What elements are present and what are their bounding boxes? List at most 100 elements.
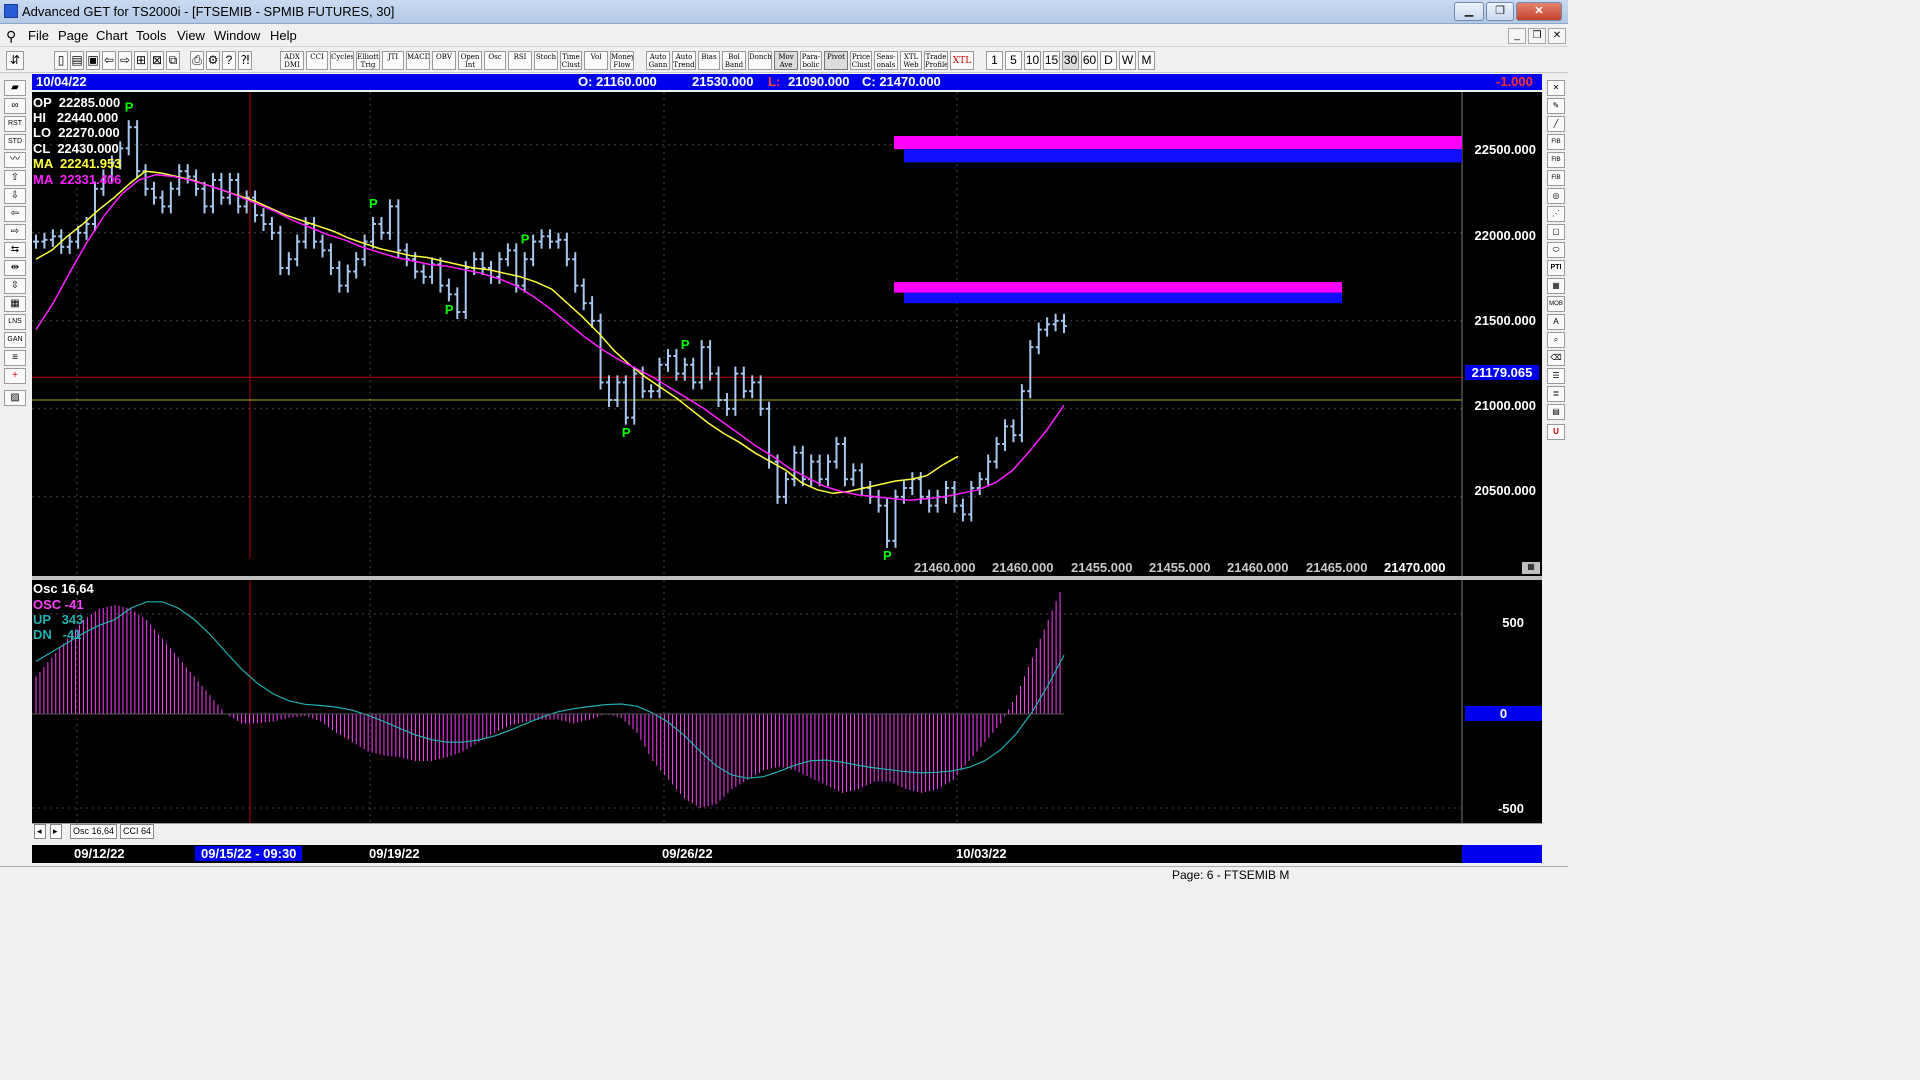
arrow-left-icon[interactable]: ⇦ (4, 206, 26, 222)
settings-icon[interactable]: ⚙ (206, 51, 220, 70)
tab-scroll-right-icon[interactable]: ▸ (50, 824, 62, 839)
tab-osc[interactable]: Osc 16,64 (70, 824, 118, 839)
gann-icon[interactable]: GAN (4, 332, 26, 348)
price-chart[interactable]: P P P P P P P (32, 92, 1542, 576)
help-cursor-icon[interactable]: ⁈ (238, 51, 252, 70)
close-button[interactable]: ✕ (1516, 2, 1562, 21)
tf-60[interactable]: 60 (1081, 51, 1098, 70)
menu-tools[interactable]: Tools (136, 28, 166, 43)
tab-scroll-left-icon[interactable]: ◂ (34, 824, 46, 839)
grid-icon[interactable]: ⊞ (134, 51, 148, 70)
menu-view[interactable]: View (177, 28, 205, 43)
notes-icon[interactable]: ▤ (1547, 404, 1565, 420)
pti-icon[interactable]: PTI (1547, 260, 1565, 276)
elliott-icon[interactable]: 〰 (4, 152, 26, 168)
back-icon[interactable]: ⇦ (102, 51, 116, 70)
pin-icon[interactable]: ⇵ (6, 51, 24, 70)
doc-icon[interactable]: ⚲ (6, 28, 16, 45)
grid-icon[interactable]: ▦ (4, 296, 26, 312)
line-tool-icon[interactable]: ╱ (1547, 116, 1565, 132)
btn-rsi[interactable]: RSI (508, 51, 532, 70)
btn-vol[interactable]: Vol (584, 51, 608, 70)
arrow-down-icon[interactable]: ⇩ (4, 188, 26, 204)
spiral-icon[interactable]: ◎ (1547, 188, 1565, 204)
new-page-icon[interactable]: ▯ (54, 51, 68, 70)
undo-icon[interactable]: U (1547, 424, 1565, 440)
open-icon[interactable]: ▤ (70, 51, 84, 70)
btn-auto-trend[interactable]: Auto Trend (672, 51, 696, 70)
clipboard-icon[interactable]: ▨ (4, 390, 26, 406)
btn-mov-ave[interactable]: Mov Ave (774, 51, 798, 70)
btn-jti[interactable]: JTI (382, 51, 404, 70)
reset-icon[interactable]: RST (4, 116, 26, 132)
expand-icon[interactable]: ⇹ (4, 260, 26, 276)
eraser-icon[interactable]: ⌫ (1547, 350, 1565, 366)
fib-ext-icon[interactable]: FIB (1547, 152, 1565, 168)
compress-icon[interactable]: ⇆ (4, 242, 26, 258)
tf-1[interactable]: 1 (986, 51, 1003, 70)
oscillator-chart[interactable] (32, 580, 1542, 824)
save-icon[interactable]: ▣ (86, 51, 100, 70)
btn-money-flow[interactable]: Money Flow (610, 51, 634, 70)
tf-5[interactable]: 5 (1005, 51, 1022, 70)
zoom-icon[interactable]: ⌕ (1547, 332, 1565, 348)
mdi-restore-button[interactable]: ❐ (1528, 28, 1546, 44)
btn-auto-gann[interactable]: Auto Gann (646, 51, 670, 70)
pencil-icon[interactable]: ✎ (1547, 98, 1565, 114)
tf-10[interactable]: 10 (1024, 51, 1041, 70)
btn-macd[interactable]: MACD (406, 51, 430, 70)
fib-time-icon[interactable]: FIB (1547, 170, 1565, 186)
fan-icon[interactable]: ⋰ (1547, 206, 1565, 222)
box-icon[interactable]: ▢ (1547, 224, 1565, 240)
menu-help[interactable]: Help (270, 28, 297, 43)
btn-stoch[interactable]: Stoch (534, 51, 558, 70)
mdi-close-button[interactable]: ✕ (1548, 28, 1566, 44)
forward-icon[interactable]: ⇨ (118, 51, 132, 70)
price-panel[interactable]: P P P P P P P OP 22285.000 HI 22440.000 LO 222… (32, 92, 1542, 576)
btn-seasonals[interactable]: Seas-onals (874, 51, 898, 70)
scroll-icon[interactable]: ⇳ (4, 278, 26, 294)
btn-adx-dmi[interactable]: ADX DMI (280, 51, 304, 70)
table-icon[interactable]: ▦ (1547, 278, 1565, 294)
text-icon[interactable]: A (1547, 314, 1565, 330)
btn-osc[interactable]: Osc (484, 51, 506, 70)
lines-icon[interactable]: LNS (4, 314, 26, 330)
btn-parabolic[interactable]: Para-bolic (800, 51, 822, 70)
menu-window[interactable]: Window (214, 28, 260, 43)
mob-icon[interactable]: MOB (1547, 296, 1565, 312)
ellipse-icon[interactable]: ⬭ (1547, 242, 1565, 258)
mdi-minimize-button[interactable]: _ (1508, 28, 1526, 44)
btn-cci[interactable]: CCI (306, 51, 328, 70)
btn-trade-profile[interactable]: Trade Profile (924, 51, 948, 70)
layers-icon[interactable]: ☰ (1547, 368, 1565, 384)
arrow-right-icon[interactable]: ⇨ (4, 224, 26, 240)
btn-donch[interactable]: Donch (748, 51, 772, 70)
cascade-icon[interactable]: ⧉ (166, 51, 180, 70)
chart-scale-icon[interactable]: ▦ (1522, 562, 1540, 574)
btn-xtl[interactable]: XTL (950, 51, 974, 70)
close-tool-icon[interactable]: ✕ (1547, 80, 1565, 96)
folder-icon[interactable]: ▰ (4, 80, 26, 96)
arrow-up-icon[interactable]: ⇧ (4, 170, 26, 186)
tf-30[interactable]: 30 (1062, 51, 1079, 70)
btn-xtl-web[interactable]: XTL Web (900, 51, 922, 70)
menu-file[interactable]: File (28, 28, 49, 43)
tf-15[interactable]: 15 (1043, 51, 1060, 70)
binoculars-icon[interactable]: ∞ (4, 98, 26, 114)
btn-bol-band[interactable]: Bol Band (722, 51, 746, 70)
btn-open-int[interactable]: Open Int (458, 51, 482, 70)
oscillator-panel[interactable]: Osc 16,64 OSC -41 UP 343 DN -41 500 0 -5… (32, 580, 1542, 824)
btn-pivot[interactable]: Pivot (824, 51, 848, 70)
tf-w[interactable]: W (1119, 51, 1136, 70)
fib-ret-icon[interactable]: FIB (1547, 134, 1565, 150)
study-icon[interactable]: STD (4, 134, 26, 150)
tf-m[interactable]: M (1138, 51, 1155, 70)
btn-price-clust[interactable]: Price Clust (850, 51, 872, 70)
print-icon[interactable]: ⎙ (190, 51, 204, 70)
list-icon[interactable]: ≣ (1547, 386, 1565, 402)
crosshair-icon[interactable]: + (4, 368, 26, 384)
tile-icon[interactable]: ⊠ (150, 51, 164, 70)
date-scroll-thumb[interactable] (1462, 845, 1542, 863)
tab-cci[interactable]: CCI 64 (120, 824, 155, 839)
btn-time-clust[interactable]: Time Clust (560, 51, 582, 70)
